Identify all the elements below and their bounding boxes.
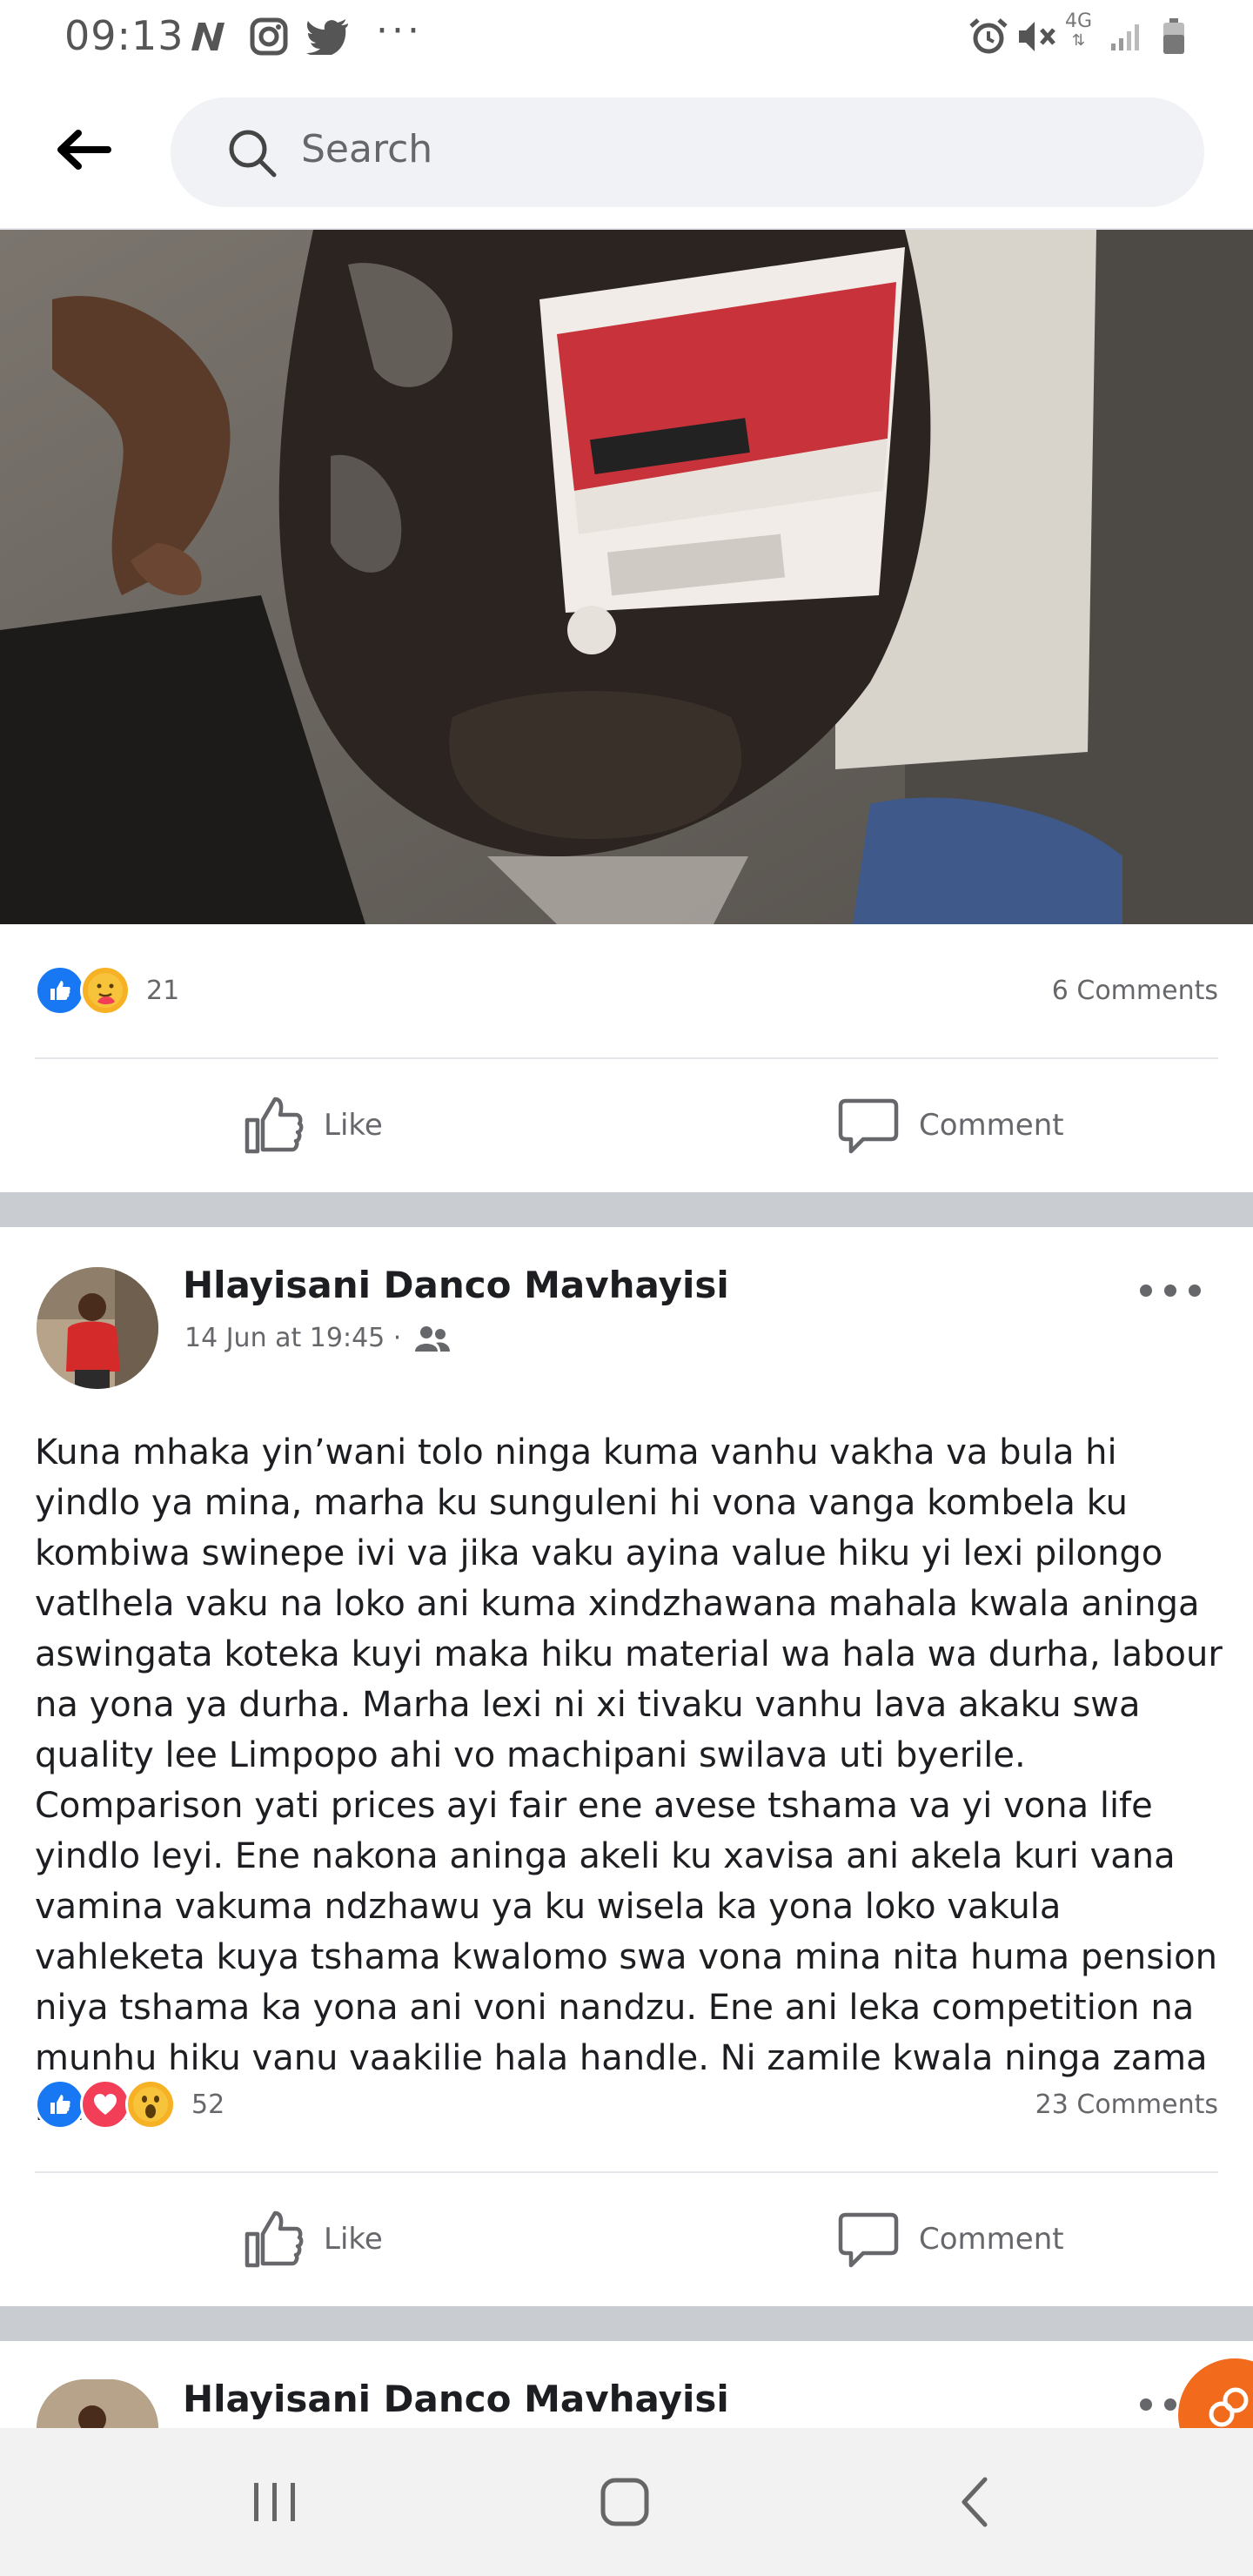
recent-apps-icon — [254, 2483, 295, 2521]
home-icon — [600, 2478, 649, 2526]
recent-apps-button[interactable] — [231, 2463, 318, 2541]
system-nav-bar — [0, 2428, 1253, 2576]
post2-comments-link[interactable]: 23 Comments — [1035, 2090, 1218, 2120]
home-button[interactable] — [581, 2463, 668, 2541]
post-separator — [0, 1192, 1253, 1227]
comment-bubble-icon — [838, 1098, 899, 1154]
chevron-left-icon — [962, 2477, 988, 2527]
twitter-icon — [305, 17, 352, 56]
author-name[interactable]: Hlayisani Danco Mavhayisi — [183, 1264, 729, 1306]
post2-like-label: Like — [324, 2222, 383, 2257]
search-header: Search — [0, 73, 1253, 230]
dot-icon — [1140, 1285, 1152, 1297]
like-reaction-icon — [35, 2079, 85, 2130]
author-avatar[interactable] — [37, 1267, 158, 1389]
post3-author-name[interactable]: Hlayisani Danco Mavhayisi — [183, 2378, 729, 2420]
post1-action-row: Like Comment — [0, 1060, 1253, 1191]
mute-icon — [1015, 17, 1058, 56]
alarm-icon — [968, 17, 1009, 56]
post-body-text: Kuna mhaka yin’wani tolo ninga kuma vanh… — [35, 1432, 1223, 2129]
dot-icon — [1189, 1285, 1201, 1297]
friends-icon — [415, 1325, 451, 1352]
post-photo[interactable] — [0, 230, 1253, 924]
like-reaction-icon — [35, 965, 85, 1016]
post1-comment-button[interactable]: Comment — [837, 1060, 1064, 1191]
back-button[interactable] — [49, 122, 118, 178]
care-reaction-icon — [80, 965, 131, 1016]
system-back-button[interactable] — [931, 2463, 1018, 2541]
n-app-icon — [186, 17, 230, 56]
more-dots-icon: ··· — [376, 9, 423, 53]
post2-reaction-count: 52 — [191, 2089, 225, 2120]
post-timestamp[interactable]: 14 Jun at 19:45 · — [184, 1323, 401, 1353]
post1-reaction-icons — [35, 965, 131, 1016]
post2-divider — [35, 2171, 1218, 2173]
post2-comment-label: Comment — [919, 2222, 1064, 2257]
post2-like-button[interactable]: Like — [242, 2174, 383, 2304]
wow-reaction-icon — [125, 2079, 176, 2130]
post2-more-options-button[interactable] — [1140, 1273, 1201, 1308]
post1-comments-link[interactable]: 6 Comments — [1052, 976, 1218, 1006]
post1-reaction-count: 21 — [146, 975, 180, 1006]
post2-reaction-icons — [35, 2079, 176, 2130]
search-icon — [226, 127, 278, 183]
love-reaction-icon — [80, 2079, 131, 2130]
status-bar: 09:13 ··· 4G ⇅ — [0, 0, 1253, 73]
thumbs-up-icon — [245, 1097, 304, 1154]
post1-divider — [35, 1057, 1218, 1059]
comment-bubble-icon — [838, 2212, 899, 2268]
status-time: 09:13 — [64, 12, 184, 59]
post2-reaction-row[interactable]: 52 23 Comments — [35, 2074, 1218, 2135]
post1-like-label: Like — [324, 1108, 383, 1143]
signal-icon — [1109, 17, 1143, 56]
thumbs-up-icon — [245, 2210, 304, 2268]
dot-icon — [1140, 2398, 1152, 2411]
post1-comment-label: Comment — [919, 1108, 1064, 1143]
post-separator — [0, 2306, 1253, 2341]
avatar-image — [37, 1267, 158, 1389]
search-placeholder: Search — [301, 127, 433, 171]
post2-action-row: Like Comment — [0, 2174, 1253, 2304]
dot-icon — [1164, 2398, 1176, 2411]
avatar-image — [37, 2379, 158, 2428]
bottle-photo-image — [0, 230, 1253, 924]
post1-like-button[interactable]: Like — [242, 1060, 383, 1191]
post-meta: 14 Jun at 19:45 · — [184, 1323, 452, 1353]
battery-icon — [1159, 17, 1189, 56]
post3-author-avatar[interactable] — [37, 2379, 158, 2428]
network-type: 4G ⇅ — [1065, 10, 1093, 50]
dot-icon — [1164, 1285, 1176, 1297]
post2-comment-button[interactable]: Comment — [837, 2174, 1064, 2304]
post1-reaction-row[interactable]: 21 6 Comments — [35, 960, 1218, 1021]
search-input[interactable]: Search — [171, 97, 1204, 207]
instagram-icon — [247, 17, 291, 56]
arrow-left-icon — [57, 130, 111, 170]
